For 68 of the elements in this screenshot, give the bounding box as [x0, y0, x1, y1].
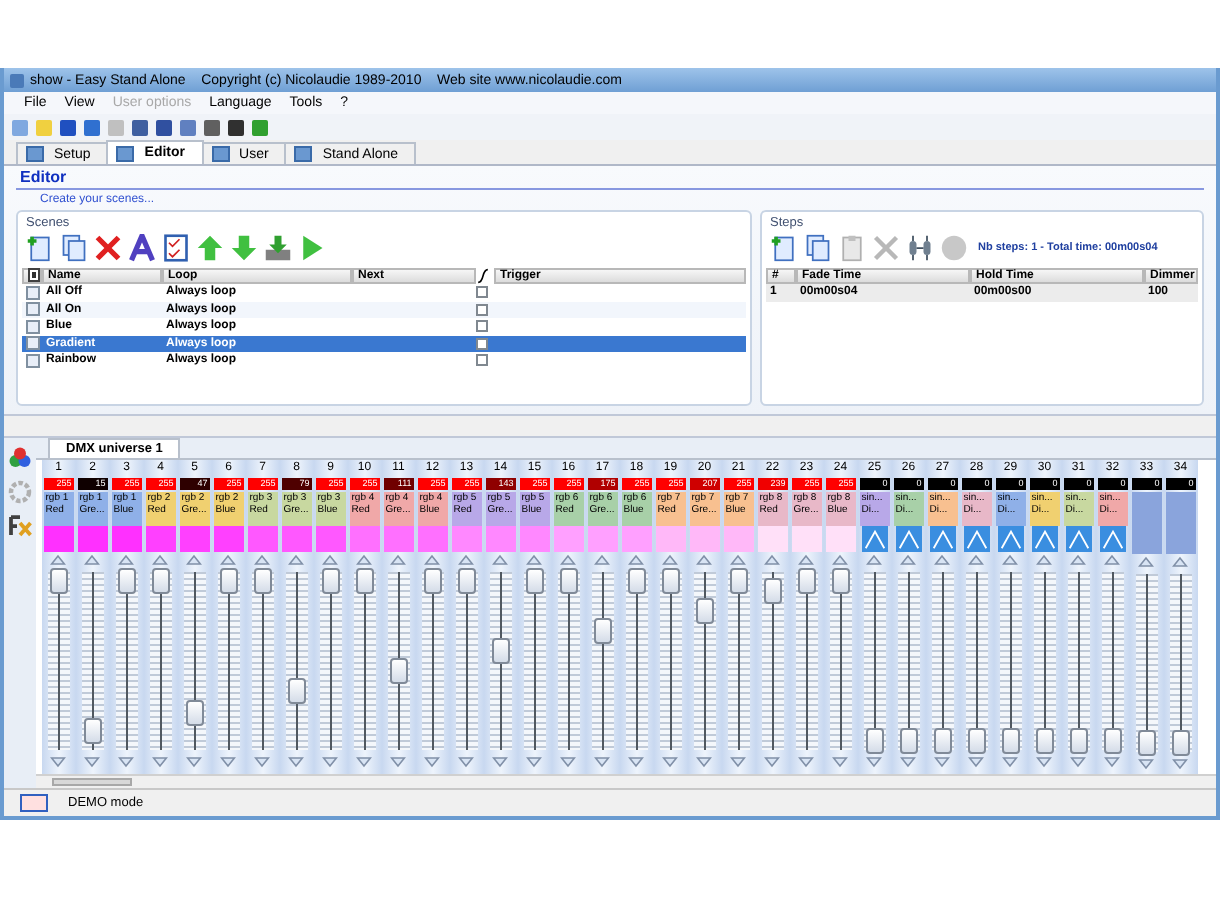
fader-thumb[interactable]: [185, 700, 204, 726]
fader-thumb[interactable]: [83, 718, 102, 744]
app-icon: [10, 73, 24, 87]
fader-thumb[interactable]: [933, 728, 952, 754]
fader-thumb[interactable]: [423, 568, 442, 594]
new-document-icon[interactable]: [26, 234, 54, 262]
fader-thumb[interactable]: [695, 598, 714, 624]
fader-thumb[interactable]: [389, 658, 408, 684]
trigger-checkbox[interactable]: [476, 354, 488, 367]
play-icon[interactable]: [298, 234, 326, 262]
fader-thumb[interactable]: [525, 568, 544, 594]
letter-a-icon[interactable]: [128, 234, 156, 262]
wave-icon: [893, 526, 924, 552]
gear-icon[interactable]: [8, 480, 32, 504]
fx-icon[interactable]: [8, 514, 32, 538]
wave-icon: [995, 526, 1026, 552]
fader-thumb[interactable]: [729, 568, 748, 594]
fader-thumb[interactable]: [117, 568, 136, 594]
fader-thumb[interactable]: [899, 728, 918, 754]
fader-thumb[interactable]: [1171, 730, 1190, 756]
wave-icon: [1029, 526, 1060, 552]
fader-thumb[interactable]: [1035, 728, 1054, 754]
wave-icon: [961, 526, 992, 552]
wave-icon: [859, 526, 890, 552]
fader-thumb[interactable]: [321, 568, 340, 594]
fader-thumb[interactable]: [1069, 728, 1088, 754]
editor-title: Editor: [16, 168, 1204, 190]
checklist-icon[interactable]: [162, 234, 190, 262]
trigger-checkbox[interactable]: [476, 286, 488, 299]
trigger-checkbox[interactable]: [476, 320, 488, 333]
fader-thumb[interactable]: [1001, 728, 1020, 754]
clipboard-icon[interactable]: [838, 234, 866, 262]
fader-thumb[interactable]: [763, 578, 782, 604]
delete-icon[interactable]: [94, 234, 122, 262]
fader-thumb[interactable]: [1137, 730, 1156, 756]
fader-thumb[interactable]: [491, 638, 510, 664]
arrow-down-icon[interactable]: [230, 234, 258, 262]
demo-icon: [20, 794, 48, 812]
wave-icon: [927, 526, 958, 552]
wave-icon: [1063, 526, 1094, 552]
download-icon[interactable]: [264, 234, 292, 262]
fader-thumb[interactable]: [1103, 728, 1122, 754]
copy-document-icon[interactable]: [60, 234, 88, 262]
fader-thumb[interactable]: [457, 568, 476, 594]
fader-thumb[interactable]: [559, 568, 578, 594]
fader-thumb[interactable]: [151, 568, 170, 594]
connector-icon[interactable]: [906, 234, 934, 262]
color-circles-icon[interactable]: [8, 446, 32, 470]
fader-thumb[interactable]: [287, 678, 306, 704]
fader-thumb[interactable]: [797, 568, 816, 594]
trigger-checkbox[interactable]: [476, 337, 488, 350]
header-checkbox[interactable]: [22, 267, 42, 283]
new-document-icon[interactable]: [770, 234, 798, 262]
fader-thumb[interactable]: [49, 568, 68, 594]
fader-thumb[interactable]: [967, 728, 986, 754]
fader-thumb[interactable]: [865, 728, 884, 754]
trigger-checkbox[interactable]: [476, 303, 488, 316]
fader-thumb[interactable]: [831, 568, 850, 594]
horizontal-scrollbar[interactable]: [36, 774, 1216, 788]
fader-thumb[interactable]: [661, 568, 680, 594]
fader-thumb[interactable]: [627, 568, 646, 594]
wave-icon: [1097, 526, 1128, 552]
fader-thumb[interactable]: [253, 568, 272, 594]
fade-curve-icon: [476, 267, 490, 283]
copy-document-icon[interactable]: [804, 234, 832, 262]
fader-thumb[interactable]: [355, 568, 374, 594]
fader-thumb[interactable]: [219, 568, 238, 594]
fader-thumb[interactable]: [593, 618, 612, 644]
